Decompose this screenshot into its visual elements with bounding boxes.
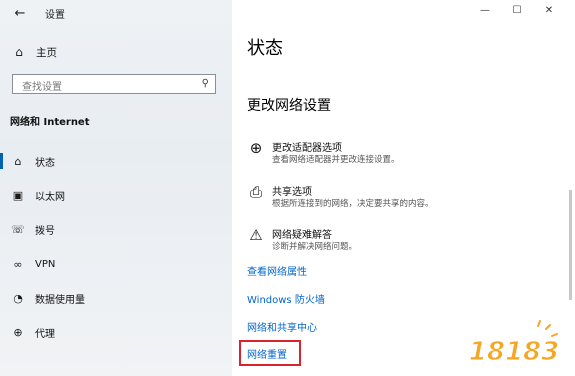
sidebar-item-label: 以太网 [35,191,65,203]
proxy-icon: ⊕ [13,325,23,339]
status-icon: ⌂ [14,154,22,168]
ethernet-icon: ▣ [12,188,24,202]
sidebar-item-data-usage[interactable]: ◔ 数据使用量 [0,287,232,309]
selection-indicator [0,153,3,169]
option-title: 共享选项 [272,187,312,198]
sidebar-item-ethernet[interactable]: ▣ 以太网 [0,184,232,206]
sidebar-item-vpn[interactable]: ∞ VPN [0,253,232,275]
sidebar-item-label: 拨号 [35,225,55,237]
sidebar: ← 设置 ⌂ 主页 查找设置 ⚲ 网络和 Internet ⌂ 状态 ▣ 以太网… [0,0,232,376]
watermark-logo: 18183 [462,320,566,368]
page-title: 状态 [247,38,283,59]
watermark-svg: 18183 [468,320,560,368]
minimize-button[interactable]: — [469,3,501,19]
back-arrow-icon[interactable]: ← [12,6,28,22]
data-usage-icon: ◔ [13,291,23,305]
sidebar-section-title: 网络和 Internet [10,117,90,128]
maximize-button[interactable]: ☐ [501,3,533,19]
titlebar-left: ← [12,4,28,24]
close-button[interactable]: ✕ [533,3,565,19]
sidebar-item-label: VPN [35,258,56,270]
sidebar-item-label: 数据使用量 [35,294,85,306]
sidebar-item-status[interactable]: ⌂ 状态 [0,150,232,172]
search-input[interactable]: 查找设置 ⚲ [12,74,216,94]
sidebar-item-label: 代理 [35,328,55,340]
app-title: 设置 [45,10,65,21]
search-icon[interactable]: ⚲ [202,78,209,89]
option-title: 网络疑难解答 [272,230,332,241]
adapter-icon: ⊕ [249,139,263,157]
option-title: 更改适配器选项 [272,143,342,154]
home-icon: ⌂ [15,45,23,59]
dialup-icon: ☏ [11,222,25,236]
view-network-properties-link[interactable]: 查看网络属性 [247,263,307,278]
sidebar-item-dialup[interactable]: ☏ 拨号 [0,218,232,240]
watermark-text: 18183 [469,337,559,367]
vpn-icon: ∞ [13,257,23,271]
network-reset-link[interactable]: 网络重置 [247,346,287,361]
sidebar-item-proxy[interactable]: ⊕ 代理 [0,321,232,343]
home-label: 主页 [36,46,57,59]
network-sharing-center-link[interactable]: 网络和共享中心 [247,319,317,334]
home-nav[interactable]: ⌂ 主页 [12,44,57,60]
search-placeholder: 查找设置 [22,82,62,93]
window-controls: — ☐ ✕ [469,3,565,19]
sidebar-item-label: 状态 [35,157,55,169]
watermark-sun-rays [537,320,558,337]
option-description: 诊断并解决网络问题。 [272,242,358,252]
section-heading: 更改网络设置 [247,98,331,114]
sharing-icon: ⎙ [249,183,262,201]
windows-firewall-link[interactable]: Windows 防火墙 [247,291,325,306]
scrollbar[interactable] [569,190,572,300]
troubleshoot-icon: ⚠ [249,226,263,244]
option-description: 根据所连接到的网络，决定要共享的内容。 [272,199,434,209]
option-description: 查看网络适配器并更改连接设置。 [272,155,400,165]
